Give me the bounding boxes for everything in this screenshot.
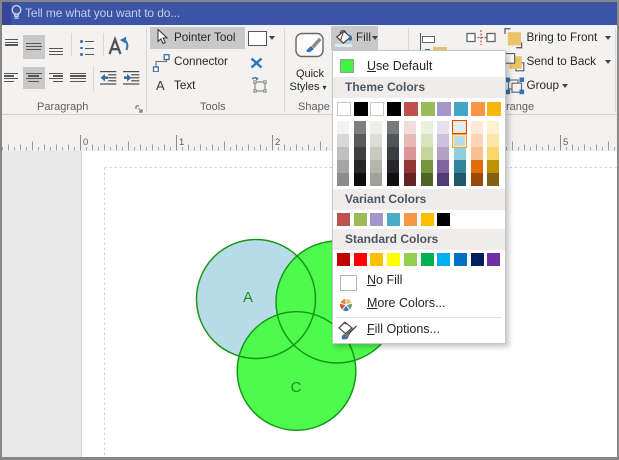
svg-text:C: C [291,379,302,396]
svg-text:A: A [243,289,253,306]
